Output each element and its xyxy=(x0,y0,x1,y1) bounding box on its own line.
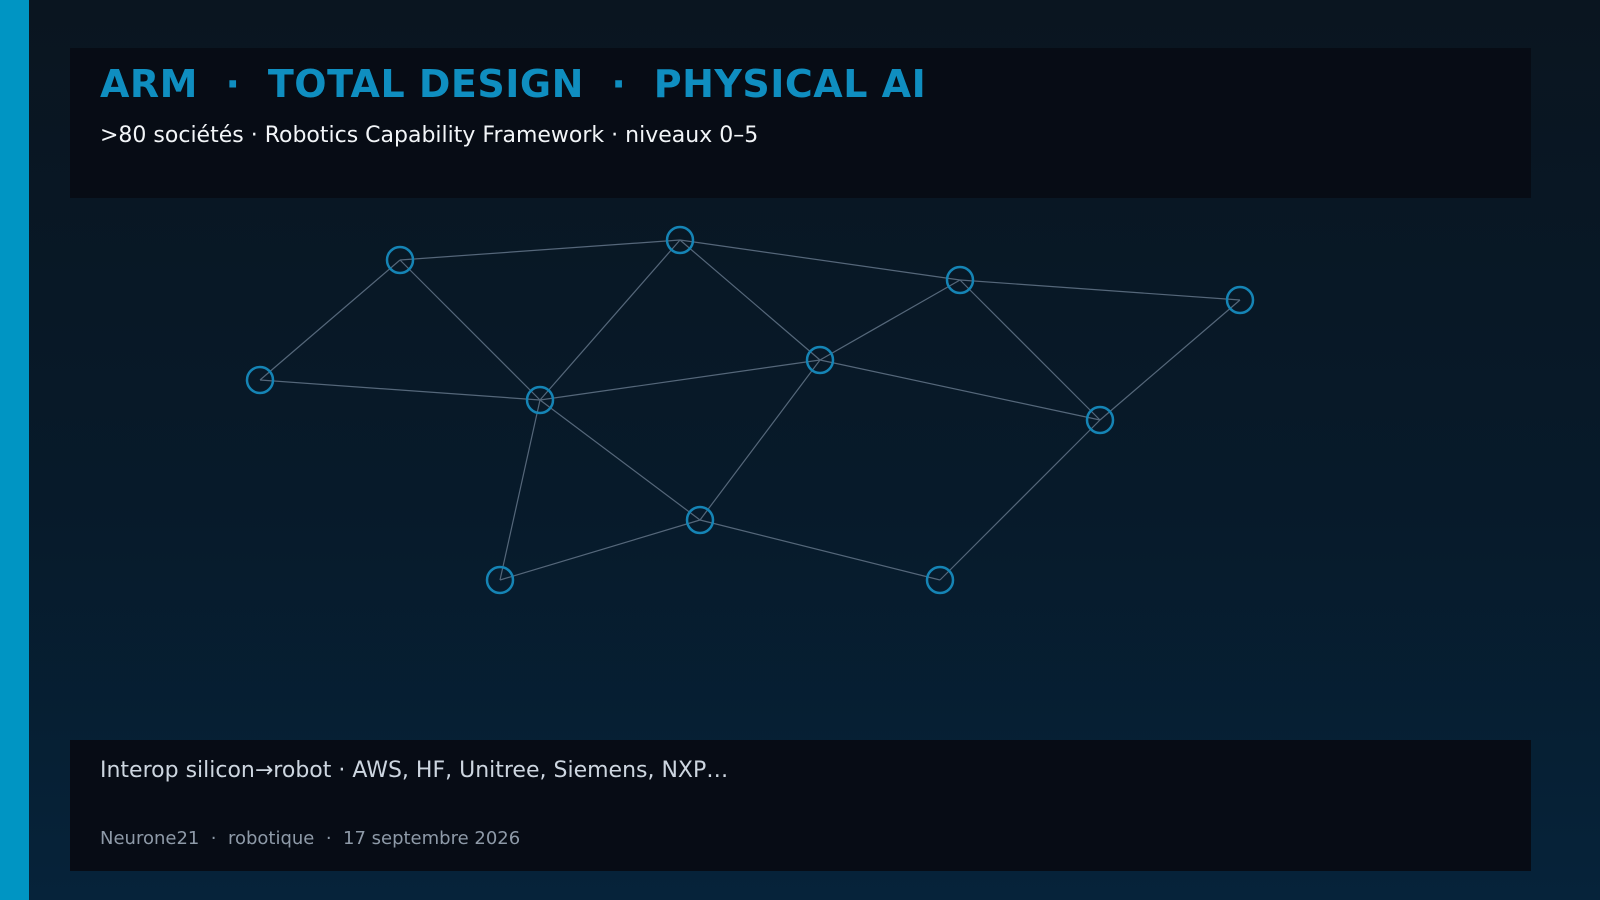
footer-partners-line: Interop silicon→robot · AWS, HF, Unitree… xyxy=(100,758,729,783)
network-edge xyxy=(959,279,1101,421)
footer-panel: Interop silicon→robot · AWS, HF, Unitree… xyxy=(70,740,1531,871)
network-edge xyxy=(259,259,401,381)
network-edge xyxy=(499,519,701,581)
network-edge xyxy=(679,239,821,361)
network-edge xyxy=(399,239,681,261)
network-edge xyxy=(399,259,541,401)
network-edge xyxy=(819,279,961,361)
network-edge xyxy=(539,399,701,521)
network-edge xyxy=(259,379,541,401)
network-edge xyxy=(539,359,821,401)
footer-credits: Neurone21 · robotique · 17 septembre 202… xyxy=(100,828,521,849)
network-nodes xyxy=(245,225,1255,595)
network-edge xyxy=(939,419,1101,581)
network-edge xyxy=(699,519,941,581)
network-edge xyxy=(1099,299,1241,421)
network-edge xyxy=(699,359,821,521)
network-edge xyxy=(959,279,1241,301)
network-edge xyxy=(819,359,1101,421)
network-edge xyxy=(679,239,961,281)
network-edge xyxy=(499,399,541,581)
network-edge xyxy=(539,239,681,401)
